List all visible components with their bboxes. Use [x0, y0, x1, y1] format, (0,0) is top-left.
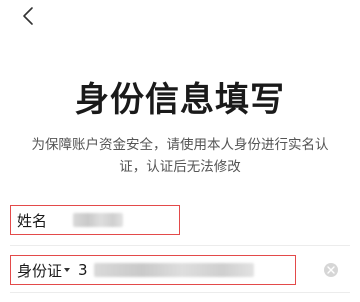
id-number-prefix[interactable]: 3: [78, 261, 88, 279]
page-title: 身份信息填写: [75, 80, 285, 120]
page-subtitle: 为保障账户资金安全，请使用本人身份进行实名认证，认证后无法修改: [31, 137, 329, 175]
divider: [10, 245, 350, 246]
divider: [10, 292, 350, 293]
id-type-selector[interactable]: 身份证: [11, 260, 78, 281]
name-field-label: 姓名: [17, 211, 48, 230]
clear-button[interactable]: [324, 263, 338, 277]
name-value-masked[interactable]: [73, 213, 124, 227]
id-number-value-masked[interactable]: [93, 263, 254, 277]
name-field[interactable]: 姓名: [10, 205, 180, 235]
back-button[interactable]: [14, 2, 42, 30]
id-number-field[interactable]: 身份证 3: [10, 255, 296, 285]
id-type-label: 身份证: [17, 261, 63, 280]
caret-down-icon: [64, 268, 71, 272]
chevron-left-icon: [21, 6, 35, 26]
clear-circle-icon: [327, 266, 335, 274]
